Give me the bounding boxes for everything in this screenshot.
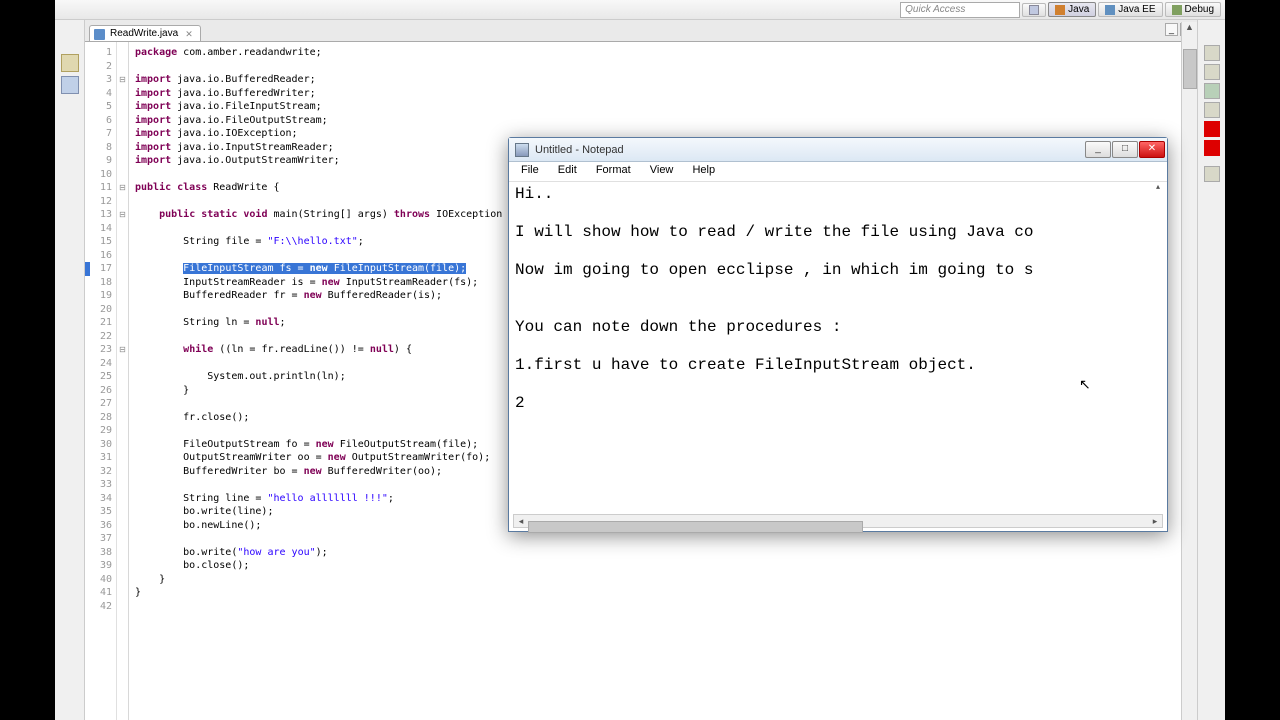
quick-access-input[interactable]: Quick Access [900, 2, 1020, 18]
selection-marker [85, 262, 90, 276]
search-icon[interactable] [1204, 102, 1220, 118]
task-list-icon[interactable] [1204, 64, 1220, 80]
perspective-java[interactable]: Java [1048, 2, 1096, 17]
close-tab-icon[interactable]: ✕ [185, 29, 195, 39]
close-button[interactable]: ✕ [1139, 141, 1165, 158]
left-trim [55, 20, 85, 720]
open-perspective-button[interactable] [1022, 3, 1046, 17]
perspective-debug[interactable]: Debug [1165, 2, 1221, 17]
right-trim [1197, 20, 1225, 720]
minimize-editor-icon[interactable]: _ [1165, 23, 1178, 36]
java-file-icon [94, 29, 105, 40]
package-explorer-icon[interactable] [61, 54, 79, 72]
hierarchy-icon[interactable] [1204, 83, 1220, 99]
console-icon[interactable] [1204, 166, 1220, 182]
error-log-icon[interactable] [1204, 140, 1220, 156]
notepad-menubar: File Edit Format View Help [509, 162, 1167, 182]
editor-vertical-scrollbar[interactable]: ▲ [1181, 22, 1197, 720]
eclipse-toolbar: Quick Access Java Java EE Debug [55, 0, 1225, 20]
notepad-titlebar[interactable]: Untitled - Notepad _ □ ✕ [509, 138, 1167, 162]
notepad-title: Untitled - Notepad [535, 144, 1085, 156]
navigator-icon[interactable] [61, 76, 79, 94]
notepad-window[interactable]: Untitled - Notepad _ □ ✕ File Edit Forma… [508, 137, 1168, 532]
menu-format[interactable]: Format [588, 162, 639, 178]
notepad-app-icon [515, 143, 529, 157]
editor-tab-readwrite[interactable]: ReadWrite.java ✕ [89, 25, 201, 41]
minimize-button[interactable]: _ [1085, 141, 1111, 158]
editor-tab-bar: ReadWrite.java ✕ _ □ [85, 20, 1197, 42]
perspective-java-ee[interactable]: Java EE [1098, 2, 1162, 17]
menu-help[interactable]: Help [684, 162, 723, 178]
menu-edit[interactable]: Edit [550, 162, 585, 178]
problems-icon[interactable] [1204, 121, 1220, 137]
menu-file[interactable]: File [513, 162, 547, 178]
notepad-horizontal-scrollbar[interactable]: ◂ ▸ [513, 514, 1163, 528]
outline-view-icon[interactable] [1204, 45, 1220, 61]
maximize-button[interactable]: □ [1112, 141, 1138, 158]
menu-view[interactable]: View [642, 162, 682, 178]
tab-title: ReadWrite.java [110, 28, 178, 39]
fold-gutter: ⊟⊟⊟⊟ [117, 42, 129, 720]
notepad-vertical-scrollbar[interactable]: ▴ [1151, 182, 1165, 513]
notepad-text-area[interactable]: Hi.. I will show how to read / write the… [509, 182, 1167, 515]
